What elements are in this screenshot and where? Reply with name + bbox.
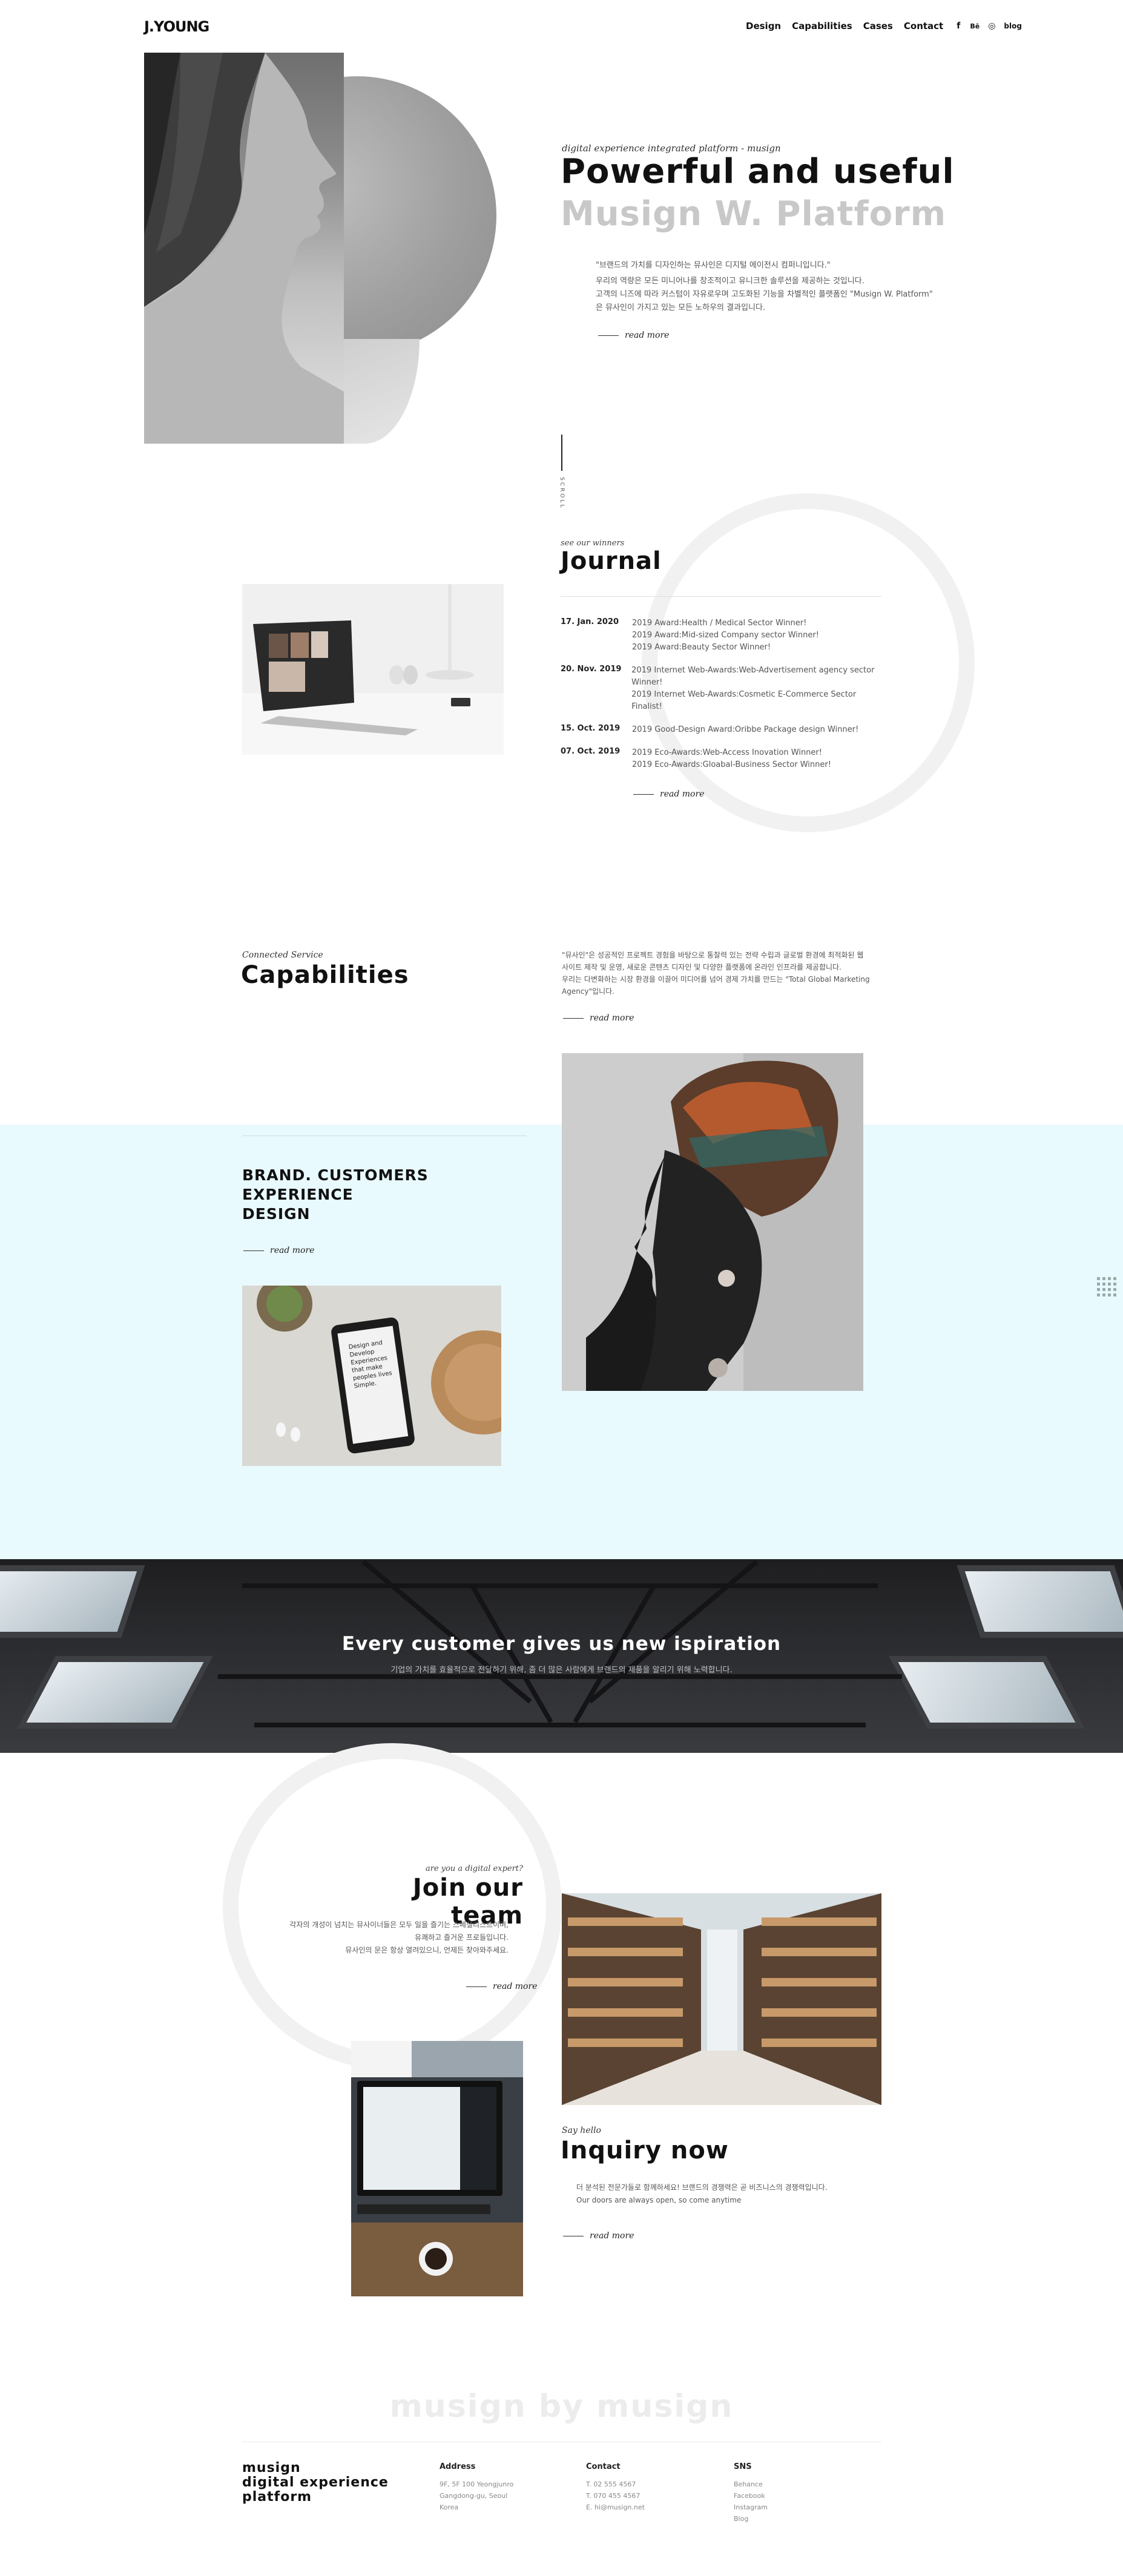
footer-email[interactable]: E. hi@musign.net (586, 2502, 645, 2513)
ceiling-truss (588, 1559, 759, 1704)
journal-divider (561, 596, 881, 597)
monitor-illustration (351, 2041, 523, 2296)
read-more-line (466, 1986, 487, 1987)
nav-contact[interactable]: Contact (904, 21, 943, 31)
scroll-label: SCROLL (559, 477, 565, 510)
journal-list: 17. Jan. 2020 2019 Award:Health / Medica… (561, 617, 888, 771)
site-logo[interactable]: J.YOUNG (144, 18, 209, 35)
footer-sns: SNS Behance Facebook Instagram Blog (734, 2462, 768, 2525)
read-more-line (633, 794, 654, 795)
inquiry-paragraph: 더 분석된 전문가들로 함께하세요! 브랜드의 경쟁력은 곧 비즈니스의 경쟁력… (576, 2183, 828, 2204)
capabilities-paragraph: "뮤사인"은 성공적인 프로젝트 경험을 바탕으로 통찰력 있는 전략 수립과 … (562, 951, 870, 996)
library-illustration (562, 1893, 881, 2105)
nav-cases[interactable]: Cases (863, 21, 893, 31)
facebook-icon[interactable]: f (957, 21, 960, 31)
journal-subtitle: see our winners (561, 539, 625, 548)
scroll-line (561, 435, 562, 471)
footer-link-instagram[interactable]: Instagram (734, 2502, 768, 2513)
brand-heading: BRAND. CUSTOMERS EXPERIENCE DESIGN (242, 1166, 429, 1223)
journal-entry[interactable]: 20. Nov. 2019 2019 Internet Web-Awards:W… (561, 665, 888, 713)
team-paragraph: 각자의 개성이 넘치는 뮤사이너들은 모두 일을 즐기는 스페셜리스트이며, 유… (289, 1920, 509, 1954)
monitor-workspace-image (351, 2041, 523, 2296)
ceiling-beam (218, 1674, 902, 1679)
inquiry-title: Inquiry now (561, 2137, 729, 2164)
hero-paragraph: "브랜드의 가치를 디자인하는 뮤사인은 디지털 에이전시 컴퍼니입니다." 우… (596, 261, 933, 312)
read-more-line (243, 1250, 264, 1251)
team-read-more[interactable]: read more (466, 1982, 537, 1991)
ceiling-truss (361, 1559, 532, 1704)
phone-screen-text: Design and Develop Experiences that make… (348, 1339, 393, 1390)
library-image (562, 1893, 881, 2105)
journal-entry[interactable]: 15. Oct. 2019 2019 Good-Design Award:Ori… (561, 724, 888, 736)
journal-entry[interactable]: 17. Jan. 2020 2019 Award:Health / Medica… (561, 617, 888, 654)
footer-link-blog[interactable]: Blog (734, 2513, 768, 2525)
hero-shoulder-image (344, 339, 420, 444)
portrait-illustration (144, 53, 344, 444)
read-more-line (598, 335, 619, 336)
hero-read-more[interactable]: read more (598, 330, 669, 340)
hero-title-muted: Musign W. Platform (561, 194, 947, 234)
capabilities-read-more[interactable]: read more (563, 1013, 634, 1023)
hero-title: Powerful and useful (561, 152, 955, 191)
footer-phone-2[interactable]: T. 070 455 4567 (586, 2490, 645, 2502)
footer-brand: musign digital experience platform (242, 2460, 389, 2505)
inspiration-banner (0, 1559, 1123, 1753)
laptop-illustration (242, 584, 504, 755)
floating-dots-menu-icon[interactable] (1097, 1277, 1116, 1296)
footer-watermark: musign by musign (389, 2388, 734, 2425)
read-more-line (563, 1017, 584, 1019)
capabilities-subtitle: Connected Service (242, 950, 323, 960)
footer-link-behance[interactable]: Behance (734, 2479, 768, 2490)
skylight-left-top (0, 1565, 145, 1638)
woman-headwrap-image (562, 1053, 863, 1391)
banner-subtitle: 기업의 가치를 효율적으로 전달하기 위해, 좀 더 많은 사람에게 브랜드의 … (390, 1666, 733, 1675)
instagram-icon[interactable]: ◎ (988, 21, 995, 31)
behance-icon[interactable]: Bē (970, 22, 980, 30)
footer-link-facebook[interactable]: Facebook (734, 2490, 768, 2502)
footer-address: Address 9F, 5F 100 Yeongjunro Gangdong-g… (440, 2462, 514, 2511)
phone-on-desk-image: Design and Develop Experiences that make… (242, 1286, 501, 1466)
main-nav: Design Capabilities Cases Contact f Bē ◎… (746, 21, 1022, 31)
journal-entry[interactable]: 07. Oct. 2019 2019 Eco-Awards:Web-Access… (561, 747, 888, 771)
inquiry-read-more[interactable]: read more (563, 2231, 634, 2241)
journal-read-more[interactable]: read more (633, 789, 704, 799)
nav-design[interactable]: Design (746, 21, 781, 31)
ceiling-beam (242, 1583, 878, 1588)
journal-laptop-image (242, 584, 504, 755)
footer-contact: Contact T. 02 555 4567 T. 070 455 4567 E… (586, 2462, 645, 2513)
skylight-right-top (957, 1565, 1123, 1638)
team-subtitle: are you a digital expert? (425, 1864, 523, 1873)
journal-title: Journal (561, 547, 662, 575)
banner-title: Every customer gives us new ispiration (341, 1633, 782, 1655)
nav-capabilities[interactable]: Capabilities (792, 21, 852, 31)
ceiling-beam (254, 1723, 866, 1727)
capabilities-title: Capabilities (241, 961, 409, 989)
inquiry-subtitle: Say hello (562, 2126, 601, 2135)
brand-divider (242, 1135, 527, 1136)
brand-read-more[interactable]: read more (243, 1246, 314, 1255)
hero-portrait-image (144, 53, 344, 444)
footer-phone-1[interactable]: T. 02 555 4567 (586, 2479, 645, 2490)
blog-link[interactable]: blog (1004, 22, 1022, 30)
woman-illustration (562, 1053, 863, 1391)
